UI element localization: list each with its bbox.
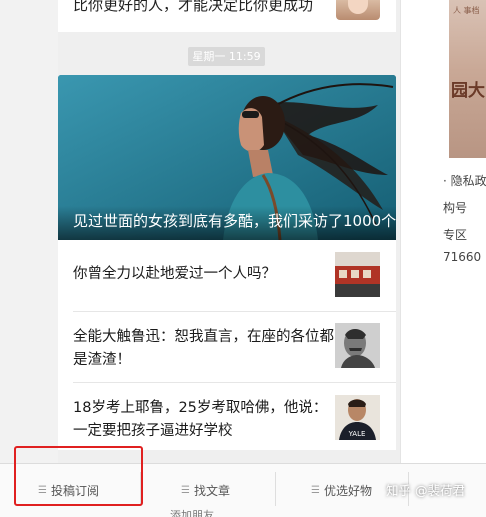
hero-article-title: 见过世面的女孩到底有多酷，我们采访了1000个...	[73, 212, 396, 230]
list-item[interactable]: 全能大触鲁迅：恕我直言，在座的各位都是渣渣！	[58, 312, 396, 382]
left-background	[0, 0, 58, 517]
article-title: 全能大触鲁迅：恕我直言，在座的各位都是渣渣！	[73, 329, 334, 368]
side-panel-number-text: 71660	[443, 250, 482, 264]
menu-find-articles[interactable]: ☰ 找文章	[181, 474, 230, 506]
list-item[interactable]: 你曾全力以赴地爱过一个人吗？	[58, 240, 396, 310]
list-item[interactable]: 18岁考上耶鲁，25岁考取哈佛，他说：一定要把孩子逼进好学校 YALE	[58, 383, 396, 450]
article-thumbnail	[335, 252, 380, 297]
article-list: 你曾全力以赴地爱过一个人吗？ 全能大触鲁迅：恕我直言，在座的各位都是渣渣！ 18…	[58, 240, 396, 450]
cutoff-text: 添加朋友	[170, 509, 214, 517]
article-title: 18岁考上耶鲁，25岁考取哈佛，他说：一定要把孩子逼进好学校	[73, 400, 328, 439]
menu-separator	[275, 472, 276, 506]
menu-list-icon: ☰	[181, 484, 190, 496]
article-title: 你曾全力以赴地爱过一个人吗？	[73, 266, 276, 282]
side-panel-zone-text: 专区	[443, 228, 468, 242]
message-timestamp: 星期一 11:59	[188, 47, 265, 66]
previous-article-title: 比你更好的人，才能决定比你更成功	[73, 0, 314, 14]
menu-label: 优选好物	[324, 483, 373, 498]
menu-list-icon: ☰	[311, 484, 320, 496]
article-thumbnail	[335, 323, 380, 368]
menu-label: 找文章	[194, 483, 231, 498]
side-panel-privacy-link[interactable]: · 隐私政	[443, 172, 486, 189]
yale-shirt-text: YALE	[348, 430, 366, 438]
highlight-box	[14, 446, 143, 506]
watermark: 知乎 @裴荷君	[386, 483, 465, 498]
side-panel-banner-image[interactable]: 人 事档 园大	[449, 0, 486, 158]
previous-article-card[interactable]: 比你更好的人，才能决定比你更成功	[58, 0, 396, 32]
article-thumbnail: YALE	[335, 395, 380, 440]
previous-article-thumbnail	[336, 0, 380, 20]
banner-small-text: 人 事档	[453, 6, 480, 15]
side-panel: 人 事档 园大 · 隐私政 构号 专区 71660	[400, 0, 486, 517]
banner-title: 园大	[451, 81, 485, 101]
menu-selected-goods[interactable]: ☰ 优选好物	[311, 474, 372, 506]
side-panel-account-text: 构号	[443, 201, 468, 215]
hero-article[interactable]: 见过世面的女孩到底有多酷，我们采访了1000个...	[58, 75, 396, 240]
